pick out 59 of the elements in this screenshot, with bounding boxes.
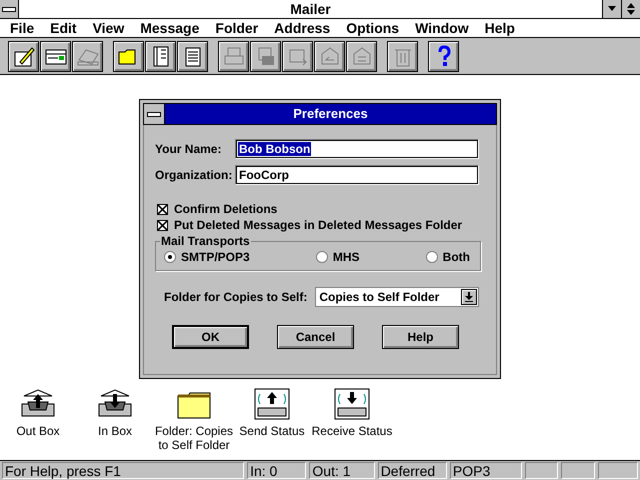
input-field[interactable]: Bob Bobson (235, 139, 479, 159)
status-pane: Out: 1 (309, 462, 375, 479)
menu-item[interactable]: Window (407, 20, 477, 36)
dialog-button[interactable]: OK (172, 325, 249, 349)
icon-label[interactable]: Receive Status (312, 424, 392, 438)
checkbox-label: Put Deleted Messages in Deleted Messages Folder (174, 218, 462, 232)
down-arrow-icon (608, 6, 616, 12)
toolbar-button[interactable] (428, 40, 459, 72)
radio-button[interactable] (426, 251, 438, 263)
group-title: Mail Transports (160, 234, 251, 248)
status-pane (598, 462, 638, 479)
dialog-title: Preferences (165, 104, 496, 124)
radio-label: SMTP/POP3 (181, 250, 250, 264)
field-label: Organization: (155, 168, 234, 182)
icon-label[interactable]: In Box (98, 424, 132, 438)
dialog-button[interactable]: Cancel (277, 325, 354, 349)
status-pane (525, 462, 558, 479)
field-label: Your Name: (155, 142, 222, 156)
radio-button[interactable] (164, 251, 176, 263)
input-field[interactable]: FooCorp (235, 165, 479, 185)
icon-label[interactable]: Folder: Copies to Self Folder (154, 424, 234, 452)
menu-item[interactable]: Edit (42, 20, 85, 36)
menu-item[interactable]: Help (476, 20, 523, 36)
receive-status-icon (334, 388, 370, 420)
status-pane (560, 462, 596, 479)
toolbar-button[interactable] (145, 40, 176, 72)
radio-label: MHS (332, 250, 360, 264)
menu-item[interactable]: Options (338, 20, 408, 36)
menu-item[interactable]: View (84, 20, 132, 36)
system-menu-button[interactable] (0, 0, 19, 18)
checkbox-label: Confirm Deletions (174, 202, 278, 216)
system-menu-button[interactable] (144, 104, 165, 124)
window-title: Mailer (289, 0, 332, 18)
menu-item[interactable]: File (2, 20, 42, 36)
status-pane: Deferred (378, 462, 447, 479)
folder-dropdown[interactable]: Copies to Self Folder (315, 287, 480, 307)
minimize-button[interactable] (602, 0, 621, 18)
status-pane: In: 0 (247, 462, 306, 479)
icon-label[interactable]: Out Box (16, 424, 60, 438)
toolbar-button[interactable] (177, 40, 208, 72)
status-pane: POP3 (450, 462, 522, 479)
send-status-icon (254, 388, 290, 420)
icon-label[interactable]: Send Status (239, 424, 305, 438)
status-pane: For Help, press F1 (2, 462, 244, 479)
toolbar-button[interactable] (113, 40, 144, 72)
menu-item[interactable]: Message (132, 20, 208, 36)
dropdown-arrow-icon (465, 292, 474, 302)
field-label: Folder for Copies to Self: (164, 290, 308, 304)
radio-label: Both (442, 250, 470, 264)
toolbar-button[interactable] (40, 40, 71, 72)
up-down-arrow-icon (627, 3, 635, 15)
checkbox[interactable] (157, 204, 168, 214)
checkbox[interactable] (157, 220, 168, 230)
toolbar-button[interactable] (8, 40, 39, 72)
menu-item[interactable]: Folder (207, 20, 266, 36)
radio-button[interactable] (316, 251, 328, 263)
menu-item[interactable]: Address (266, 20, 338, 36)
dialog-button[interactable]: Help (382, 325, 459, 349)
restore-button[interactable] (621, 0, 640, 18)
